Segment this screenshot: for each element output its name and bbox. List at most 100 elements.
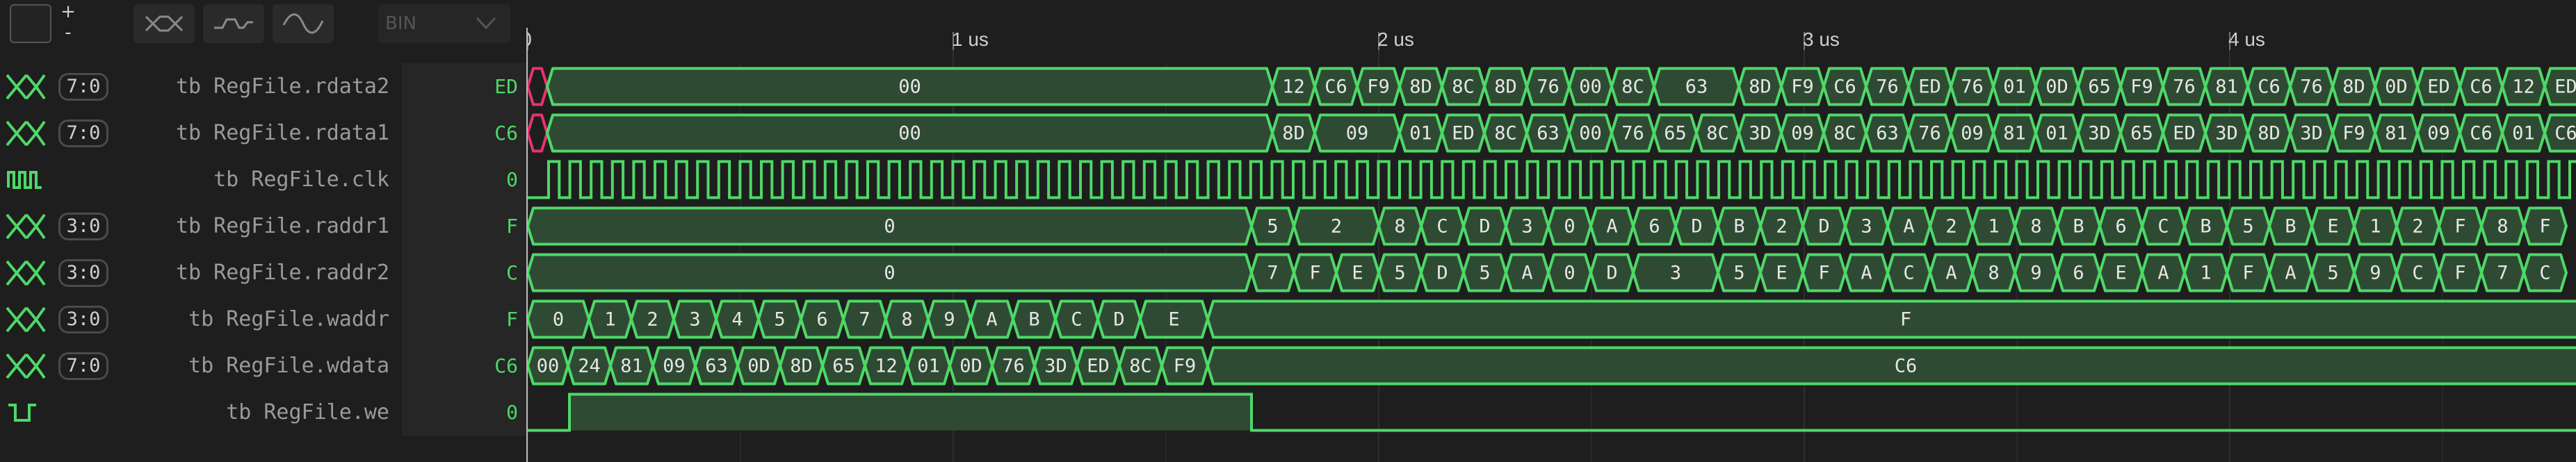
bus-segment-value: F9 bbox=[2130, 76, 2153, 98]
bus-segment-value: C bbox=[1436, 216, 1448, 238]
signal-value: C bbox=[506, 261, 518, 284]
bus-segment-value: 8D bbox=[1409, 76, 1432, 98]
timeline-tick-label: 1 us bbox=[952, 28, 989, 50]
bus-segment-value: ED bbox=[2427, 76, 2450, 98]
bus-segment-value: 5 bbox=[1479, 263, 1490, 284]
bus-segment-value: 7 bbox=[859, 309, 870, 331]
bit-width-badge[interactable]: 7:0 bbox=[58, 119, 108, 147]
color-swatch-button[interactable] bbox=[10, 4, 51, 43]
signal-row[interactable]: 7:0 tb RegFile.wdata C6 bbox=[0, 343, 526, 389]
bus-segment-value: 3 bbox=[1670, 263, 1681, 284]
bus-segment-value: 3D bbox=[1749, 123, 1772, 145]
bus-segment-value: 8 bbox=[901, 309, 912, 331]
signal-row[interactable]: 7:0 tb RegFile.rdata1 C6 bbox=[0, 110, 526, 156]
signal-value: C6 bbox=[494, 354, 518, 377]
bus-signal-icon bbox=[6, 74, 46, 100]
bus-signal-icon bbox=[6, 120, 46, 147]
bus-segment-value: 01 bbox=[1409, 123, 1432, 145]
bit-width-badge[interactable]: 3:0 bbox=[58, 259, 108, 287]
signal-value-cell: F bbox=[402, 296, 526, 343]
signal-name: tb RegFile.raddr1 bbox=[175, 214, 389, 238]
signal-value: ED bbox=[494, 75, 518, 98]
bus-segment-value: C6 bbox=[2470, 76, 2493, 98]
bus-segment-value: 0D bbox=[747, 356, 770, 377]
bus-segment-value: 76 bbox=[1002, 356, 1025, 377]
bus-segment-value: 00 bbox=[537, 356, 560, 377]
bit-width-badge[interactable]: 3:0 bbox=[58, 306, 108, 333]
add-signal-button[interactable]: + bbox=[57, 1, 79, 22]
bus-segment-value: C bbox=[2157, 216, 2169, 238]
bus-segment-value: 81 bbox=[2385, 123, 2408, 145]
bus-segment-value: 65 bbox=[2130, 123, 2153, 145]
bus-segment-value: 7 bbox=[1267, 263, 1278, 284]
bus-segment-value: C6 bbox=[2470, 123, 2493, 145]
bus-segment-value: 3 bbox=[689, 309, 700, 331]
bus-segment-value: C bbox=[2412, 263, 2423, 284]
signal-name: tb RegFile.raddr2 bbox=[175, 261, 389, 285]
signal-value: 0 bbox=[506, 168, 518, 191]
bus-segment-value: F bbox=[1900, 309, 1911, 331]
bus-segment-value: 5 bbox=[1394, 263, 1405, 284]
bus-segment-value: F9 bbox=[1174, 356, 1197, 377]
bus-segment-value: 09 bbox=[1961, 123, 1984, 145]
bus-segment-value: 0D bbox=[2385, 76, 2408, 98]
signal-row[interactable]: tb RegFile.we 0 bbox=[0, 389, 526, 436]
sine-wave-icon bbox=[282, 13, 324, 34]
bus-segment-value: 8C bbox=[1494, 123, 1517, 145]
signal-value-cell: 0 bbox=[402, 156, 526, 203]
bus-display-button[interactable] bbox=[133, 4, 195, 43]
signal-name: tb RegFile.we bbox=[226, 400, 389, 424]
bus-segment-value: F bbox=[2539, 216, 2550, 238]
bus-segment-value: 8C bbox=[1452, 76, 1475, 98]
bus-segment-value: 2 bbox=[1945, 216, 1957, 238]
signal-row[interactable]: 3:0 tb RegFile.waddr F bbox=[0, 296, 526, 343]
bus-signal-icon bbox=[6, 306, 46, 333]
bus-segment-value: A bbox=[2285, 263, 2296, 284]
bus-segment-value: 12 bbox=[1282, 76, 1305, 98]
bus-segment-value: 8 bbox=[1394, 216, 1405, 238]
bus-segment-value: 3D bbox=[2215, 123, 2238, 145]
bus-segment-value: 5 bbox=[2327, 263, 2338, 284]
we-high-fill bbox=[569, 394, 1251, 431]
signal-row[interactable]: tb RegFile.clk 0 bbox=[0, 156, 526, 203]
bus-segment-value: 8C bbox=[1833, 123, 1856, 145]
bus-segment-value: C bbox=[1071, 309, 1082, 331]
signal-row[interactable]: 3:0 tb RegFile.raddr1 F bbox=[0, 203, 526, 249]
bus-segment-value: 76 bbox=[2300, 76, 2323, 98]
bus-segment-value: 3D bbox=[1044, 356, 1067, 377]
bus-segment-value: 5 bbox=[774, 309, 785, 331]
remove-signal-button[interactable]: - bbox=[57, 22, 79, 43]
bus-segment-value: B bbox=[2200, 216, 2211, 238]
bus-segment-value: D bbox=[1818, 216, 1829, 238]
bus-segment-value: F9 bbox=[1367, 76, 1390, 98]
signal-value-cell: C6 bbox=[402, 343, 526, 389]
bus-segment-value: 0 bbox=[884, 263, 895, 284]
bus-segment-value: 6 bbox=[2073, 263, 2084, 284]
bus-segment-value: D bbox=[1606, 263, 1617, 284]
toolbar: + - BIN bbox=[0, 0, 528, 50]
bit-width-badge[interactable]: 3:0 bbox=[58, 213, 108, 240]
signal-value: F bbox=[506, 215, 518, 238]
bus-segment bbox=[1206, 299, 2576, 339]
bus-segment-value: 3 bbox=[1861, 216, 1872, 238]
bit-width-badge[interactable]: 7:0 bbox=[58, 352, 108, 380]
bus-segment-value: A bbox=[1861, 263, 1872, 284]
bus-segment-value: 76 bbox=[2173, 76, 2196, 98]
bit-width-badge[interactable]: 7:0 bbox=[58, 73, 108, 101]
step-display-button[interactable] bbox=[203, 4, 264, 43]
bus-segment-value: 1 bbox=[2200, 263, 2211, 284]
waveform-view[interactable]: 01 us2 us3 us4 us0012C6F98D8C8D76008C638… bbox=[526, 0, 2576, 462]
bus-segment-value: 65 bbox=[2088, 76, 2111, 98]
bus-segment-value: C6 bbox=[2258, 76, 2281, 98]
format-select[interactable]: BIN bbox=[378, 4, 510, 43]
analog-display-button[interactable] bbox=[273, 4, 334, 43]
bus-segment-value: D bbox=[1479, 216, 1490, 238]
signal-row[interactable]: 3:0 tb RegFile.raddr2 C bbox=[0, 249, 526, 296]
signal-value: C6 bbox=[494, 122, 518, 145]
bus-segment-value: 63 bbox=[705, 356, 728, 377]
bus-segment-value: 0 bbox=[553, 309, 564, 331]
signal-row[interactable]: 7:0 tb RegFile.rdata2 ED bbox=[0, 63, 526, 110]
bit-signal-icon bbox=[8, 404, 36, 422]
bus-segment-value: 0 bbox=[1564, 216, 1575, 238]
bus-segment-value: 0 bbox=[1564, 263, 1575, 284]
